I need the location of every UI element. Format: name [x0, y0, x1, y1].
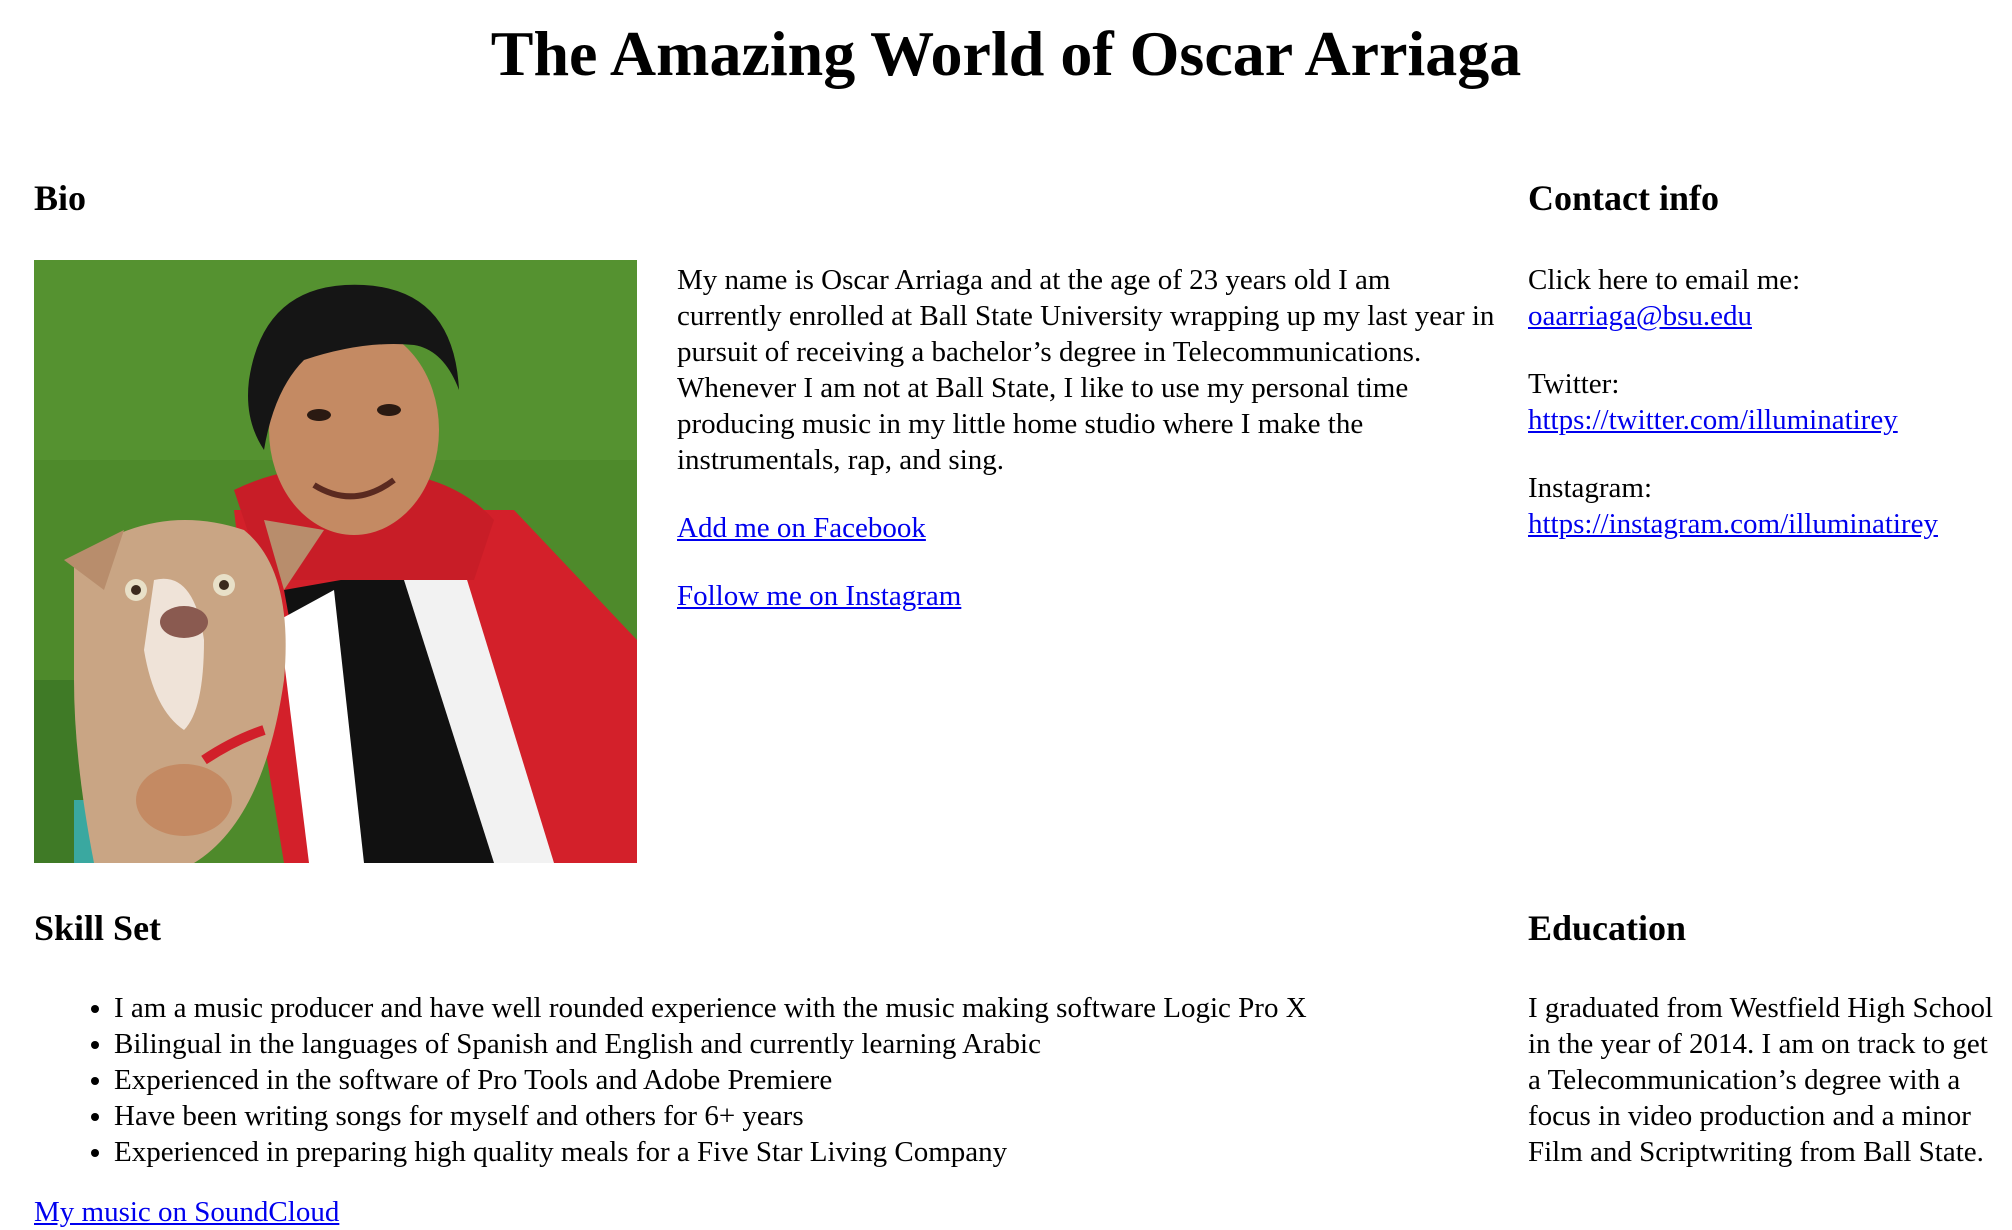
twitter-link[interactable]: https://twitter.com/illuminatirey — [1528, 404, 1898, 436]
contact-email-block: Click here to email me: oaarriaga@bsu.ed… — [1528, 262, 1998, 334]
twitter-label: Twitter: — [1528, 368, 1620, 400]
email-link[interactable]: oaarriaga@bsu.edu — [1528, 300, 1752, 332]
education-paragraph: I graduated from Westfield High School i… — [1528, 992, 1994, 1168]
education-heading: Education — [1528, 908, 1687, 948]
contact-heading: Contact info — [1528, 178, 1719, 218]
facebook-link[interactable]: Add me on Facebook — [677, 510, 926, 546]
instagram-label: Instagram: — [1528, 472, 1653, 504]
bio-heading: Bio — [34, 178, 87, 218]
bio-paragraph: My name is Oscar Arriaga and at the age … — [677, 264, 1495, 476]
skill-item: Experienced in the software of Pro Tools… — [114, 1062, 1474, 1098]
profile-photo — [34, 260, 637, 863]
skills-list: I am a music producer and have well roun… — [34, 990, 1474, 1170]
skill-item: Experienced in preparing high quality me… — [114, 1134, 1474, 1170]
contact-instagram-block: Instagram: https://instagram.com/illumin… — [1528, 470, 1998, 542]
contact-twitter-block: Twitter: https://twitter.com/illuminatir… — [1528, 366, 1998, 438]
instagram-follow-link[interactable]: Follow me on Instagram — [677, 578, 961, 614]
page-title: The Amazing World of Oscar Arriaga — [490, 18, 1522, 89]
skill-item: I am a music producer and have well roun… — [114, 990, 1474, 1026]
soundcloud-link[interactable]: My music on SoundCloud — [34, 1194, 339, 1230]
skills-heading: Skill Set — [34, 908, 162, 948]
skill-item: Bilingual in the languages of Spanish an… — [114, 1026, 1474, 1062]
email-label: Click here to email me: — [1528, 264, 1801, 296]
skill-item: Have been writing songs for myself and o… — [114, 1098, 1474, 1134]
instagram-link[interactable]: https://instagram.com/illuminatirey — [1528, 508, 1938, 540]
